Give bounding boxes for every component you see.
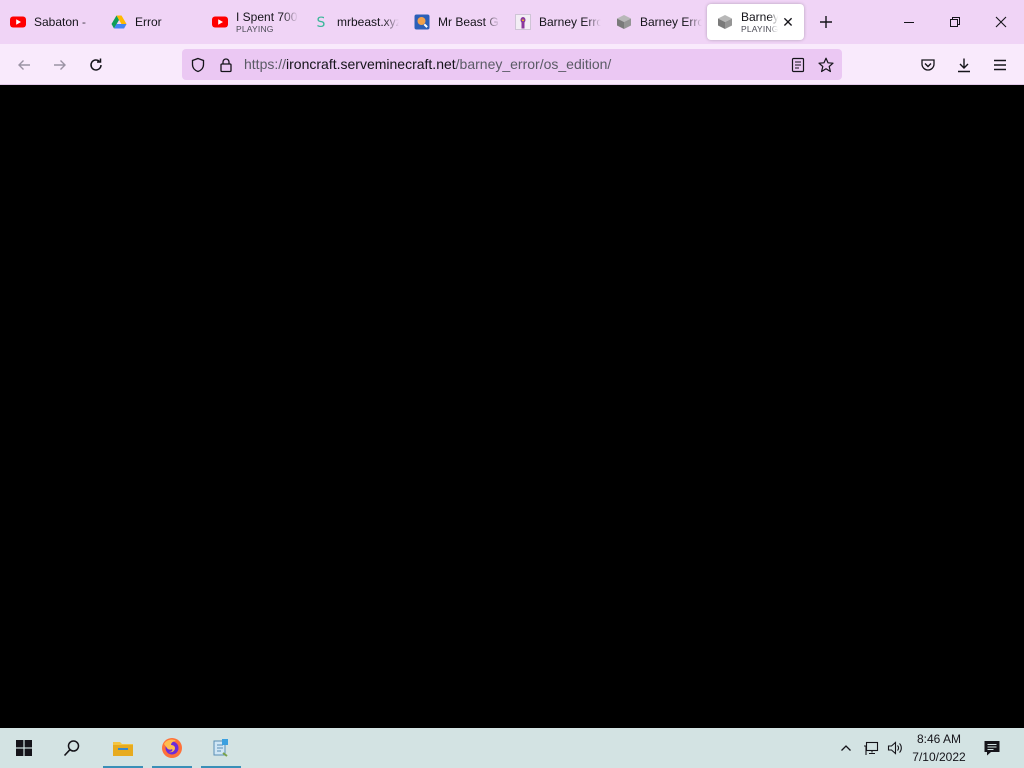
bookmark-star-icon[interactable] xyxy=(816,55,836,75)
tab-title: Mr Beast G xyxy=(438,15,499,29)
navigation-toolbar: https://ironcraft.serveminecraft.net/bar… xyxy=(0,44,1024,85)
url-protocol: https:// xyxy=(244,56,287,72)
close-window-button[interactable] xyxy=(978,0,1024,44)
chevron-up-icon xyxy=(840,742,852,754)
taskbar-file-explorer[interactable] xyxy=(101,728,145,768)
url-bar[interactable]: https://ironcraft.serveminecraft.net/bar… xyxy=(182,49,842,80)
download-icon xyxy=(956,57,972,73)
restore-icon xyxy=(949,16,961,28)
app-installer-icon xyxy=(211,738,231,758)
tab-playing-label: PLAYING xyxy=(236,24,274,34)
tab-sabaton[interactable]: Sabaton - xyxy=(0,4,96,40)
youtube-icon xyxy=(212,14,228,30)
plus-icon xyxy=(819,15,833,29)
clock-date: 7/10/2022 xyxy=(912,750,966,764)
tab-strip: Sabaton - Error I Spent 700 PLAYING S mr… xyxy=(0,0,1024,44)
network-button[interactable] xyxy=(861,738,881,758)
arrow-left-icon xyxy=(16,57,32,73)
windows-logo-icon xyxy=(16,740,32,756)
hamburger-menu-icon xyxy=(992,57,1008,73)
taskbar: 8:46 AM 7/10/2022 xyxy=(0,728,1024,768)
speaker-icon xyxy=(887,740,903,756)
back-button[interactable] xyxy=(11,52,37,78)
cube-icon xyxy=(616,14,632,30)
search-icon xyxy=(63,739,81,757)
page-content[interactable] xyxy=(0,85,1024,728)
forward-button[interactable] xyxy=(47,52,73,78)
url-host: ironcraft.serveminecraft.net xyxy=(286,56,456,72)
network-icon xyxy=(863,740,879,756)
google-drive-icon xyxy=(111,14,127,30)
minimize-button[interactable] xyxy=(886,0,932,44)
app-menu-button[interactable] xyxy=(987,52,1013,78)
tab-playing-label: PLAYING xyxy=(741,24,778,34)
svg-text:S: S xyxy=(317,15,326,30)
folder-icon xyxy=(112,738,134,758)
s-letter-icon: S xyxy=(313,14,329,30)
new-tab-button[interactable] xyxy=(814,10,838,34)
tab-barney-e-active[interactable]: Barney E PLAYING ✕ xyxy=(707,4,804,40)
barney-icon xyxy=(515,14,531,30)
tab-title: Error xyxy=(135,15,162,29)
pocket-button[interactable] xyxy=(915,52,941,78)
tab-title: I Spent 700 xyxy=(236,10,298,24)
reload-button[interactable] xyxy=(83,52,109,78)
cube-icon xyxy=(717,14,733,30)
tab-mrbeast-xyz[interactable]: S mrbeast.xyz xyxy=(303,4,399,40)
close-icon xyxy=(995,16,1007,28)
url-text[interactable]: https://ironcraft.serveminecraft.net/bar… xyxy=(244,49,611,80)
show-hidden-icons-button[interactable] xyxy=(836,738,856,758)
action-center-button[interactable] xyxy=(978,728,1006,768)
tab-barney-error-2[interactable]: Barney Erro xyxy=(606,4,702,40)
firefox-icon xyxy=(161,737,183,759)
volume-button[interactable] xyxy=(885,738,905,758)
start-button[interactable] xyxy=(2,728,46,768)
youtube-icon xyxy=(10,14,26,30)
notification-icon xyxy=(983,739,1001,757)
taskbar-firefox[interactable] xyxy=(150,728,194,768)
restore-button[interactable] xyxy=(932,0,978,44)
tab-title: Barney Erro xyxy=(539,15,601,29)
reader-view-icon[interactable] xyxy=(788,55,808,75)
tracking-protection-shield-icon[interactable] xyxy=(188,55,208,75)
tab-title: Barney E xyxy=(741,10,778,24)
mrbeast-search-icon xyxy=(414,14,430,30)
tab-title: Barney Erro xyxy=(640,15,702,29)
tab-barney-error-1[interactable]: Barney Erro xyxy=(505,4,601,40)
clock-time: 8:46 AM xyxy=(916,732,962,746)
taskbar-app[interactable] xyxy=(199,728,243,768)
clock[interactable]: 8:46 AM 7/10/2022 xyxy=(908,730,970,766)
lock-icon[interactable] xyxy=(216,55,236,75)
tab-title: Sabaton - xyxy=(34,15,87,29)
tab-i-spent[interactable]: I Spent 700 PLAYING xyxy=(202,4,298,40)
pocket-icon xyxy=(920,57,936,73)
downloads-button[interactable] xyxy=(951,52,977,78)
tab-mr-beast-g[interactable]: Mr Beast G xyxy=(404,4,500,40)
minimize-icon xyxy=(903,16,915,28)
tab-error[interactable]: Error xyxy=(101,4,197,40)
url-path: /barney_error/os_edition/ xyxy=(455,56,612,72)
search-button[interactable] xyxy=(50,728,94,768)
reload-icon xyxy=(88,57,104,73)
close-tab-button[interactable]: ✕ xyxy=(778,12,798,32)
tab-title: mrbeast.xyz xyxy=(337,15,399,29)
arrow-right-icon xyxy=(52,57,68,73)
